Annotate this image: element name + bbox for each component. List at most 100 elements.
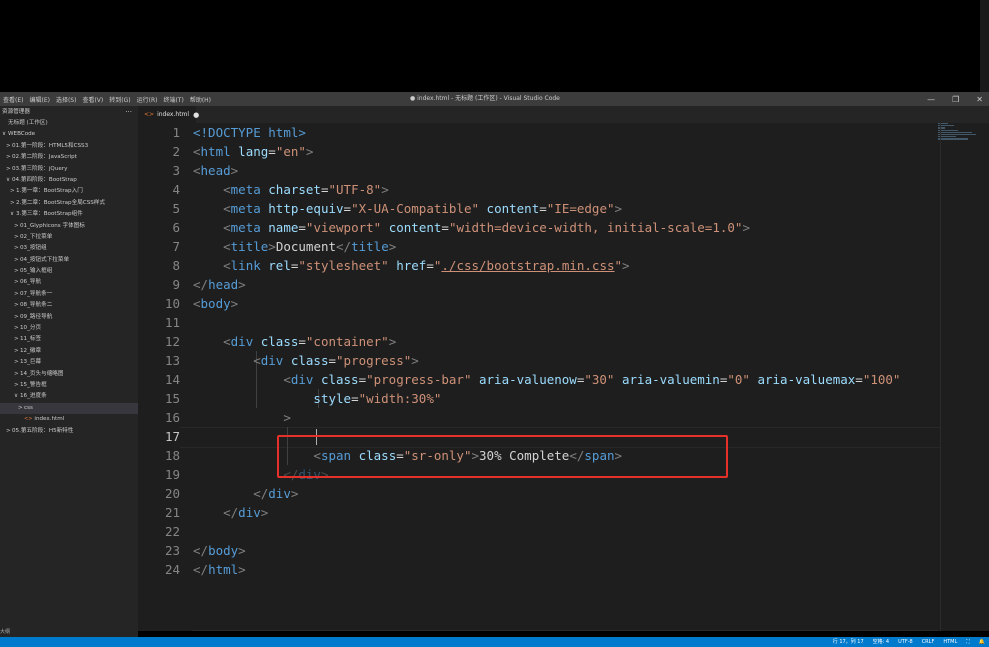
tree-item-label: 06_导航: [20, 279, 42, 286]
code-token: >: [268, 239, 276, 254]
tree-item-folder[interactable]: >05_输入框组: [0, 266, 138, 277]
menu-item[interactable]: 终端(T): [160, 95, 186, 104]
tree-item-folder[interactable]: >06_导航: [0, 277, 138, 288]
tree-item-label: 03_按钮组: [20, 245, 47, 252]
tree-item-label: 02.第二阶段：JavaScript: [12, 154, 77, 161]
tree-item-label: 01_Glyphicons 字体图标: [20, 222, 85, 229]
more-actions-icon[interactable]: ···: [125, 106, 132, 118]
code-token: =: [426, 258, 434, 273]
code-line: </head>: [193, 275, 246, 294]
indentation[interactable]: 空格: 4: [873, 637, 889, 647]
tree-item-folder[interactable]: ∨ 16_进度条: [0, 391, 138, 402]
close-icon[interactable]: ✕: [976, 95, 983, 104]
tree-item-label: 05_输入框组: [20, 268, 53, 275]
tree-item-folder[interactable]: ∨ 04.第四阶段：BootStrap: [0, 175, 138, 186]
code-editor[interactable]: 1 2 3 4 5 6 7 8 9 10 11 12 13 14 15 16 17 18 19 20 21 22 23 24 …: [138, 123, 989, 631]
code-token: >: [283, 410, 291, 425]
line-number: 4: [172, 182, 180, 197]
line-number: 9: [172, 277, 180, 292]
code-token: "stylesheet": [298, 258, 389, 273]
tree-item-folder[interactable]: >2.第二章：BootStrap全局CSS样式: [0, 198, 138, 209]
tree-item-folder[interactable]: >09_路径导航: [0, 312, 138, 323]
language-mode[interactable]: HTML: [943, 637, 957, 647]
menu-item[interactable]: 选择(S): [53, 95, 80, 104]
menu-item[interactable]: 查看(V): [79, 95, 106, 104]
line-number: 16: [164, 410, 180, 425]
code-token: =: [268, 144, 276, 159]
tree-item-label: 12_徽章: [20, 347, 42, 354]
tree-item-folder[interactable]: >15_警告框: [0, 380, 138, 391]
menu-item[interactable]: 帮助(H): [187, 95, 214, 104]
line-number: 20: [164, 486, 180, 501]
tree-item-folder[interactable]: >05.第五阶段：H5新特性: [0, 426, 138, 437]
file-tree: 无标题 (工作区) ∨ WEBCode >01.第一阶段：HTML5和CSS3 >02.…: [0, 118, 138, 437]
menu-item[interactable]: 运行(R): [134, 95, 161, 104]
tree-item-folder[interactable]: >14_页头与缩略图: [0, 369, 138, 380]
tree-item-folder[interactable]: >11_标签: [0, 334, 138, 345]
menu-item[interactable]: 转到(G): [106, 95, 133, 104]
tree-item-folder[interactable]: >13_巨幕: [0, 357, 138, 368]
tree-item-folder[interactable]: >10_分页: [0, 323, 138, 334]
tree-item-folder[interactable]: >css: [0, 402, 138, 415]
tree-item-label: 03.第三阶段：jQuery: [12, 165, 68, 172]
code-token: "progress": [336, 353, 412, 368]
code-token: </: [193, 277, 209, 292]
tree-item-folder[interactable]: 无标题 (工作区): [0, 118, 138, 129]
tab-index-html[interactable]: <> index.html ●: [138, 106, 199, 123]
explorer-header: 资源管理器 ···: [0, 106, 138, 118]
tree-item-folder[interactable]: >01_Glyphicons 字体图标: [0, 221, 138, 232]
code-token: html: [200, 144, 231, 159]
tree-item-folder[interactable]: >01.第一阶段：HTML5和CSS3: [0, 141, 138, 152]
code-token: >: [381, 182, 389, 197]
minimap[interactable]: [938, 123, 980, 153]
tree-item-label: 无标题 (工作区): [8, 120, 48, 126]
line-number: 2: [172, 144, 180, 159]
code-token: div: [260, 353, 284, 368]
minimize-icon[interactable]: —: [927, 95, 935, 104]
tree-item-label: index.html: [34, 416, 65, 423]
feedback-icon[interactable]: ⛶: [966, 637, 970, 647]
line-number: 12: [164, 334, 180, 349]
tree-item-folder[interactable]: >02_下拉菜单: [0, 232, 138, 243]
tree-item-folder[interactable]: >04_按钮式下拉菜单: [0, 255, 138, 266]
tree-item-folder[interactable]: ∨ WEBCode: [0, 129, 138, 140]
code-token: aria-valuenow: [471, 372, 577, 387]
outline-section[interactable]: 大纲: [0, 628, 10, 635]
code-token: div: [238, 505, 261, 520]
code-token: "30": [584, 372, 615, 387]
tree-item-folder[interactable]: >03_按钮组: [0, 243, 138, 254]
tree-item-file[interactable]: <> index.html: [0, 414, 138, 425]
code-token: <: [193, 163, 201, 178]
restore-icon[interactable]: ❐: [952, 95, 959, 104]
notifications-icon[interactable]: 🔔: [979, 637, 985, 647]
tree-item-folder[interactable]: >12_徽章: [0, 346, 138, 357]
code-token: http-equiv: [260, 201, 344, 216]
unsaved-dot-icon[interactable]: ●: [193, 111, 199, 119]
tree-item-folder[interactable]: >1.第一章：BootStrap入门: [0, 186, 138, 197]
tree-item-label: 08_导航条二: [20, 302, 53, 309]
tree-item-label: css: [24, 404, 33, 411]
tree-item-folder[interactable]: >08_导航条二: [0, 300, 138, 311]
tree-item-folder[interactable]: >07_导航条一: [0, 289, 138, 300]
tree-item-folder[interactable]: >02.第二阶段：JavaScript: [0, 152, 138, 163]
window-title: ● index.html - 无标题 (工作区) - Visual Studio…: [410, 95, 560, 102]
tree-item-folder[interactable]: ∨ 3.第三章：BootStrap组件: [0, 209, 138, 220]
vertical-scrollbar[interactable]: [940, 123, 941, 631]
horizontal-scrollbar[interactable]: [192, 630, 938, 631]
status-items: 行 17，列 17 空格: 4 UTF-8 CRLF HTML ⛶ 🔔: [833, 637, 985, 647]
encoding[interactable]: UTF-8: [898, 637, 913, 647]
code-token: </: [336, 239, 352, 254]
menu-item[interactable]: 查看(E): [0, 95, 26, 104]
line-ending[interactable]: CRLF: [922, 637, 935, 647]
menu-item[interactable]: 编辑(E): [26, 95, 52, 104]
tree-item-label: 10_分页: [20, 325, 42, 332]
code-token: <: [223, 182, 231, 197]
code-token: >: [230, 163, 239, 178]
cursor-position[interactable]: 行 17，列 17: [833, 637, 864, 647]
line-number: 7: [172, 239, 180, 254]
tree-item-folder[interactable]: >03.第三阶段：jQuery: [0, 164, 138, 175]
